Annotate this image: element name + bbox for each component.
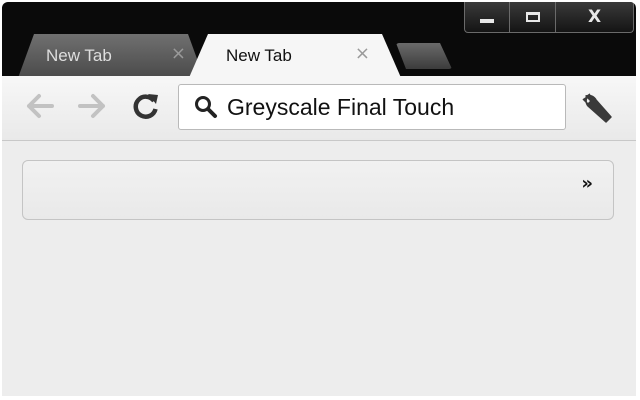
wrench-icon <box>582 93 612 123</box>
tab-close-icon[interactable]: × <box>171 45 186 63</box>
browser-window: X New Tab × New Tab × Greyscale Final To… <box>2 2 636 396</box>
search-icon <box>195 96 217 118</box>
minimize-button[interactable] <box>465 2 509 32</box>
settings-menu-button[interactable] <box>580 90 616 126</box>
close-icon: X <box>587 6 602 27</box>
window-controls: X <box>464 2 634 33</box>
browser-content-area: Greyscale Final Touch » <box>2 76 636 396</box>
close-window-button[interactable]: X <box>555 2 633 32</box>
bookmarks-bar: » <box>22 160 614 220</box>
tab-title: New Tab <box>226 46 292 65</box>
back-arrow-icon <box>27 94 54 118</box>
forward-arrow-icon <box>78 94 105 118</box>
reload-icon <box>133 94 158 119</box>
forward-button[interactable] <box>74 88 110 124</box>
new-tab-button[interactable] <box>396 43 452 69</box>
address-bar[interactable]: Greyscale Final Touch <box>178 84 566 130</box>
tab-inactive[interactable]: New Tab × <box>18 34 204 78</box>
back-button[interactable] <box>22 88 58 124</box>
reload-button[interactable] <box>128 88 164 124</box>
maximize-button[interactable] <box>509 2 555 32</box>
maximize-icon <box>525 12 540 22</box>
tab-close-icon[interactable]: × <box>355 45 370 63</box>
minimize-icon <box>480 19 494 23</box>
address-bar-text: Greyscale Final Touch <box>227 93 455 120</box>
tab-active[interactable]: New Tab × <box>188 34 402 80</box>
toolbar: Greyscale Final Touch <box>2 76 636 141</box>
tab-title: New Tab <box>46 46 112 65</box>
bookmarks-overflow-chevron-icon[interactable]: » <box>581 173 593 194</box>
